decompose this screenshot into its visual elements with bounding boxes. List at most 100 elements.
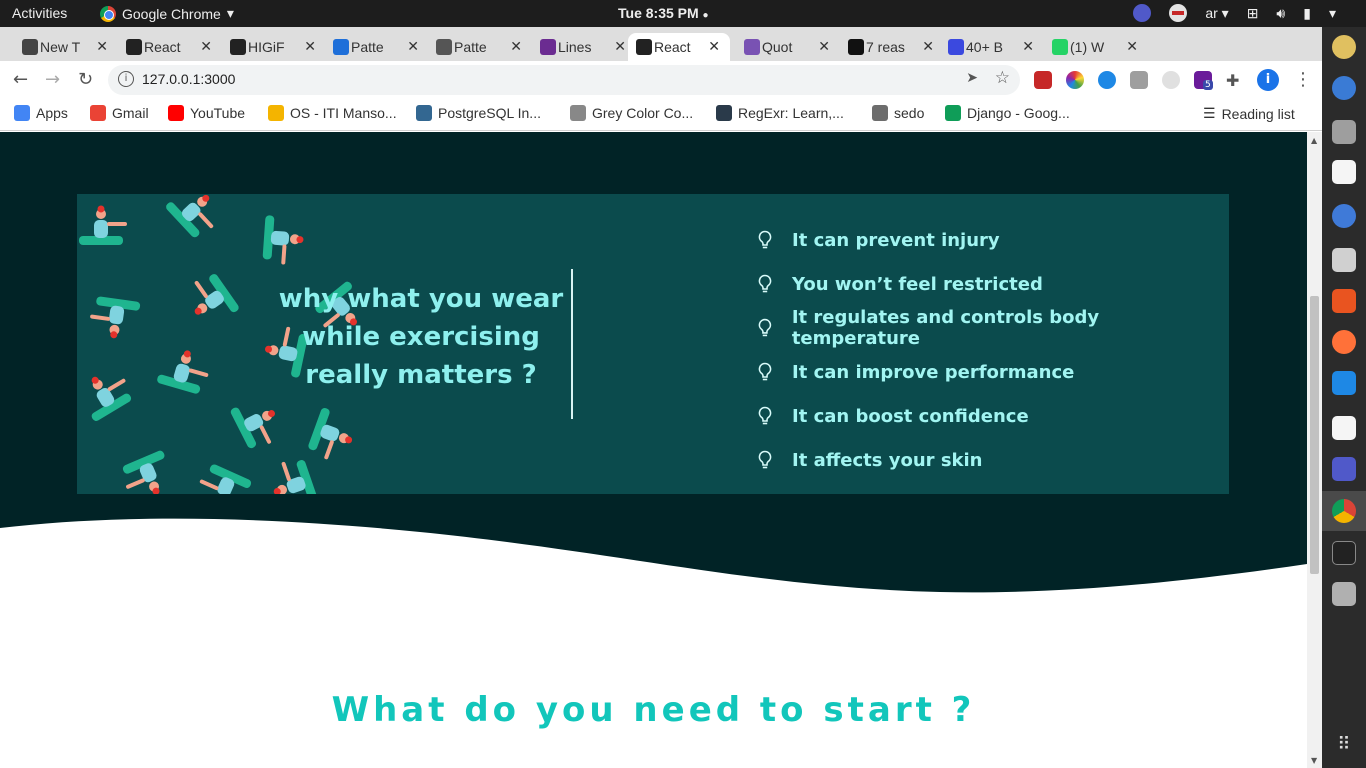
pattern-icon	[436, 39, 452, 55]
app-name: Google Chrome	[122, 5, 221, 22]
tab-label: Quot	[762, 39, 793, 55]
reasons-list: It can prevent injury You won’t feel rest…	[757, 218, 1229, 482]
camera-extension-icon[interactable]	[1130, 71, 1148, 89]
tab-10[interactable]: (1) W ✕	[1050, 33, 1142, 61]
github-icon	[230, 39, 246, 55]
address-bar[interactable]: i 127.0.0.1:3000 ➤ ☆	[108, 65, 1020, 95]
bookmark-star-icon[interactable]: ☆	[995, 68, 1010, 88]
bookmark-0[interactable]: Apps	[14, 105, 68, 121]
bookmark-label: RegExr: Learn,...	[738, 105, 844, 121]
url-text[interactable]: 127.0.0.1:3000	[142, 71, 235, 87]
back-arrow-icon[interactable]: ←	[13, 69, 28, 90]
tab-8[interactable]: 7 reas ✕	[846, 33, 938, 61]
no-entry-icon[interactable]	[1169, 4, 1188, 22]
lightbulb-icon	[758, 406, 772, 425]
bookmark-8[interactable]: Django - Goog...	[945, 105, 1070, 121]
dock-firefox-icon[interactable]	[1332, 330, 1356, 354]
bookmark-label: Apps	[36, 105, 68, 121]
dock-rhythmbox-icon[interactable]	[1332, 160, 1356, 184]
dock-show-apps-icon[interactable]: ⠿	[1332, 733, 1356, 757]
dock-thunderbird-icon[interactable]	[1332, 76, 1356, 100]
close-tab-icon[interactable]: ✕	[708, 38, 720, 55]
dock-software-icon[interactable]	[1332, 289, 1356, 313]
close-tab-icon[interactable]: ✕	[1022, 38, 1034, 55]
dock-screenshot-icon[interactable]	[1332, 248, 1356, 272]
dock-media-icon[interactable]	[1332, 35, 1356, 59]
profile-avatar[interactable]: i	[1257, 69, 1279, 91]
volume-icon[interactable]: 🔊︎	[1276, 5, 1285, 22]
dock-teams-icon[interactable]	[1332, 457, 1356, 481]
scrollbar-thumb[interactable]	[1310, 296, 1319, 574]
tab-0[interactable]: New T ✕	[20, 33, 112, 61]
tab-label: HIGiF	[248, 39, 285, 55]
dock-vscode-icon[interactable]	[1332, 371, 1356, 395]
tab-6[interactable]: React ✕	[628, 33, 730, 61]
droplet-extension-icon[interactable]	[1098, 71, 1116, 89]
send-tab-icon[interactable]: ➤	[966, 70, 978, 86]
close-tab-icon[interactable]: ✕	[510, 38, 522, 55]
timer-extension-icon[interactable]	[1162, 71, 1180, 89]
page-scrollbar[interactable]: ▲ ▼	[1307, 132, 1322, 768]
close-tab-icon[interactable]: ✕	[407, 38, 419, 55]
tab-5[interactable]: Lines ✕	[538, 33, 630, 61]
close-tab-icon[interactable]: ✕	[614, 38, 626, 55]
bookmark-6[interactable]: RegExr: Learn,...	[716, 105, 844, 121]
bookmark-2[interactable]: YouTube	[168, 105, 245, 121]
bookmark-3[interactable]: OS - ITI Manso...	[268, 105, 397, 121]
power-menu-chevron-icon[interactable]: ▾	[1329, 5, 1336, 22]
apps-grid-icon	[14, 105, 30, 121]
close-tab-icon[interactable]: ✕	[818, 38, 830, 55]
tab-2[interactable]: HIGiF ✕	[228, 33, 320, 61]
bookmark-4[interactable]: PostgreSQL In...	[416, 105, 541, 121]
language-indicator[interactable]: ar ▾	[1205, 5, 1228, 22]
close-tab-icon[interactable]: ✕	[1126, 38, 1138, 55]
close-tab-icon[interactable]: ✕	[304, 38, 316, 55]
extension-badge-icon[interactable]: 5	[1194, 71, 1213, 90]
app-menu[interactable]: Google Chrome ▾	[100, 5, 234, 22]
reload-icon[interactable]: ↻	[78, 69, 93, 90]
extension-red-icon[interactable]	[1034, 71, 1052, 89]
dock-chrome-icon[interactable]	[1332, 499, 1356, 523]
teams-icon[interactable]	[1133, 4, 1152, 22]
dock-text-editor-icon[interactable]	[1332, 416, 1356, 440]
site-info-icon[interactable]: i	[118, 71, 134, 87]
tab-label: Lines	[558, 39, 592, 55]
notification-dot-icon: ●	[702, 10, 709, 21]
google-icon	[90, 105, 106, 121]
tab-label: (1) W	[1070, 39, 1105, 55]
dock-image-viewer-icon[interactable]	[1332, 582, 1356, 606]
color-picker-extension-icon[interactable]	[1066, 71, 1084, 89]
close-tab-icon[interactable]: ✕	[96, 38, 108, 55]
system-tray[interactable]: ar ▾ ⊞ 🔊︎ ▮ ▾	[1133, 4, 1336, 22]
tab-7[interactable]: Quot ✕	[742, 33, 834, 61]
tab-4[interactable]: Patte ✕	[434, 33, 526, 61]
chrome-menu-icon[interactable]: ⋮	[1294, 69, 1312, 90]
reason-text: It affects your skin	[792, 449, 983, 471]
close-tab-icon[interactable]: ✕	[922, 38, 934, 55]
battery-icon[interactable]: ▮	[1303, 5, 1311, 22]
activities-button[interactable]: Activities	[12, 5, 67, 21]
chevron-down-icon: ▾	[226, 5, 234, 21]
network-icon[interactable]: ⊞	[1247, 5, 1259, 22]
reading-list-label: Reading list	[1221, 105, 1295, 122]
extension-badge-count: 5	[1203, 80, 1213, 90]
forward-arrow-icon[interactable]: →	[45, 69, 60, 90]
scroll-down-icon[interactable]: ▼	[1311, 756, 1317, 765]
tab-label: 7 reas	[866, 39, 905, 55]
tab-1[interactable]: React ✕	[124, 33, 216, 61]
bookmark-label: OS - ITI Manso...	[290, 105, 397, 121]
dock-terminal-icon[interactable]	[1332, 541, 1356, 565]
dock-files-icon[interactable]	[1332, 120, 1356, 144]
tab-9[interactable]: 40+ B ✕	[946, 33, 1038, 61]
tab-3[interactable]: Patte ✕	[331, 33, 423, 61]
close-tab-icon[interactable]: ✕	[200, 38, 212, 55]
extensions-puzzle-icon[interactable]: ✚	[1226, 71, 1244, 90]
bookmark-1[interactable]: Gmail	[90, 105, 149, 121]
dock-help-icon[interactable]	[1332, 204, 1356, 228]
bookmark-5[interactable]: Grey Color Co...	[570, 105, 693, 121]
reading-list-button[interactable]: ☰ Reading list	[1203, 105, 1295, 122]
scroll-up-icon[interactable]: ▲	[1311, 136, 1317, 145]
bookmark-7[interactable]: sedo	[872, 105, 924, 121]
clock[interactable]: Tue 8:35 PM ●	[618, 5, 709, 21]
reason-item: It can improve performance	[757, 350, 1229, 394]
